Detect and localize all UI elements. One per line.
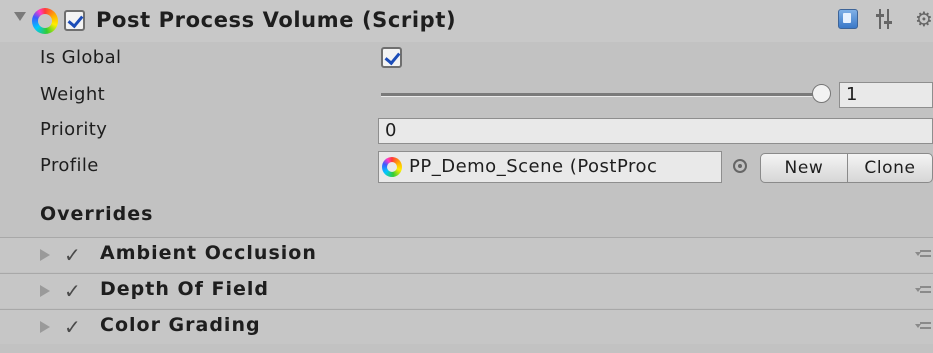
component-header: Post Process Volume (Script) ⚙ (0, 0, 933, 42)
profile-asset-icon (382, 157, 402, 177)
override-enable-check-icon[interactable]: ✓ (64, 315, 81, 339)
new-profile-button[interactable]: New (760, 153, 848, 183)
is-global-checkbox[interactable] (381, 47, 402, 68)
foldout-arrow-icon[interactable] (40, 249, 50, 261)
is-global-label: Is Global (40, 47, 122, 68)
override-row-ambient-occlusion[interactable]: ✓ Ambient Occlusion (0, 237, 933, 272)
override-title: Ambient Occlusion (100, 242, 317, 264)
component-title: Post Process Volume (Script) (96, 8, 457, 32)
priority-input[interactable]: 0 (378, 118, 933, 144)
preset-sliders-icon[interactable] (876, 9, 894, 29)
priority-label: Priority (40, 119, 108, 140)
component-enable-checkbox[interactable] (64, 10, 85, 31)
object-picker-icon[interactable] (733, 159, 747, 173)
override-title: Color Grading (100, 314, 261, 336)
gear-icon[interactable]: ⚙ (915, 8, 933, 30)
override-menu-icon[interactable] (915, 248, 931, 260)
weight-slider-track[interactable] (381, 93, 821, 97)
override-menu-icon[interactable] (915, 284, 931, 296)
foldout-arrow-icon[interactable] (14, 12, 26, 21)
override-menu-icon[interactable] (915, 320, 931, 332)
weight-input[interactable]: 1 (839, 82, 933, 108)
override-row-depth-of-field[interactable]: ✓ Depth Of Field (0, 273, 933, 308)
profile-label: Profile (40, 155, 99, 176)
override-title: Depth Of Field (100, 278, 270, 300)
weight-label: Weight (40, 84, 106, 105)
overrides-heading: Overrides (40, 203, 154, 225)
clone-profile-button[interactable]: Clone (847, 153, 933, 183)
override-row-color-grading[interactable]: ✓ Color Grading (0, 309, 933, 344)
override-enable-check-icon[interactable]: ✓ (64, 279, 81, 303)
profile-object-field[interactable]: PP_Demo_Scene (PostProc (378, 151, 722, 183)
foldout-arrow-icon[interactable] (40, 321, 50, 333)
help-book-icon[interactable] (838, 9, 858, 29)
weight-slider-thumb[interactable] (812, 84, 831, 103)
foldout-arrow-icon[interactable] (40, 285, 50, 297)
post-process-ring-icon (32, 8, 58, 34)
override-enable-check-icon[interactable]: ✓ (64, 243, 81, 267)
